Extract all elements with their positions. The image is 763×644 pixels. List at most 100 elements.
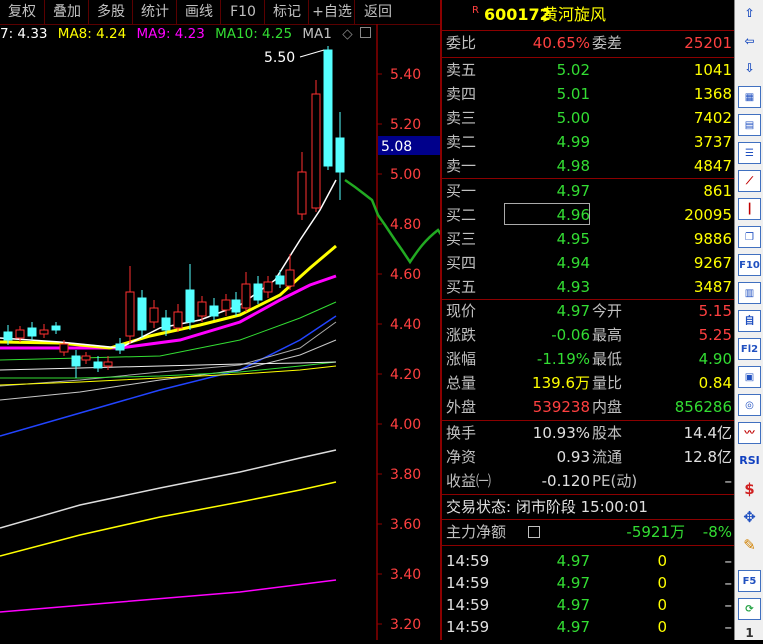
high-label: 5.50 <box>264 50 295 66</box>
ma-magenta-long <box>0 579 337 613</box>
price-tick-label: 3.20 <box>390 617 421 633</box>
price-tick-label: 4.40 <box>390 317 421 333</box>
stat-row: 涨跌 -0.06 最高 5.25 <box>442 324 735 347</box>
level-price: 5.02 <box>556 61 590 79</box>
level-label: 买四 <box>446 254 477 272</box>
ask-row[interactable]: 卖三 5.00 7402 <box>442 107 735 130</box>
stat-label: 涨幅 <box>446 350 477 368</box>
fin-row: 收益㈠ -0.120 PE(动) – <box>442 470 735 493</box>
trend-icon[interactable]: 〰 <box>738 422 761 444</box>
arrow-down-icon[interactable]: ⇩ <box>738 57 761 79</box>
candle-body <box>59 343 69 353</box>
ma-white-2 <box>0 361 337 371</box>
price-tick-label: 4.60 <box>390 267 421 283</box>
ask-row[interactable]: 卖一 4.98 4847 <box>442 155 735 178</box>
refresh-icon[interactable]: ⟳ <box>738 598 761 620</box>
candle-body <box>231 299 241 313</box>
stat-value: -0.06 <box>551 326 590 344</box>
ask-row[interactable]: 卖五 5.02 1041 <box>442 59 735 82</box>
kline-chart[interactable]: 5.40 5.20 5.00 4.80 4.60 4.40 4.20 4.00 3.80 3.60… <box>0 24 440 640</box>
rsi-icon[interactable]: RSI <box>738 450 761 472</box>
line-chart-icon[interactable]: ⟋ <box>738 170 761 192</box>
hand-drawn-trend-line <box>344 178 440 265</box>
fin-value: 10.93% <box>532 424 590 442</box>
bid-row[interactable]: 买三 4.95 9886 <box>442 228 735 251</box>
move-icon[interactable]: ✥ <box>738 506 761 528</box>
arrow-left-icon[interactable]: ⇦ <box>738 30 761 52</box>
ma-green-1 <box>0 361 337 379</box>
level-volume: 9886 <box>693 230 732 248</box>
trade-status-row: 交易状态: 闭市阶段 15:00:01 <box>442 496 735 519</box>
toolbar-draw-button[interactable]: 画线 <box>176 0 221 24</box>
fin-row: 换手 10.93% 股本 14.4亿 <box>442 422 735 445</box>
f10-icon[interactable]: F10 <box>738 254 761 276</box>
stat-row: 外盘 539238 内盘 856286 <box>442 396 735 419</box>
candle-body <box>125 291 135 337</box>
candle-body <box>161 317 171 331</box>
current-price-label: 5.08 <box>381 139 412 155</box>
candle-icon[interactable]: ┃ <box>738 198 761 220</box>
candle-body <box>275 275 285 285</box>
tick-flag: – <box>724 574 733 592</box>
window-icon[interactable]: ❐ <box>738 226 761 248</box>
toolbar-add-watchlist-button[interactable]: +自选 <box>308 0 355 24</box>
candle-body <box>115 343 125 351</box>
fin-label: 净资 <box>446 448 477 466</box>
fin-label-2: 流通 <box>592 448 623 466</box>
ma-white-long <box>0 449 337 529</box>
stat-value-2: 5.25 <box>698 326 732 344</box>
table-icon[interactable]: ▤ <box>738 114 761 136</box>
stat-row: 总量 139.6万 量比 0.84 <box>442 372 735 395</box>
tick-price: 4.97 <box>556 618 590 636</box>
candle-body <box>297 171 307 215</box>
ask-row[interactable]: 卖二 4.99 3737 <box>442 131 735 154</box>
candle-body <box>137 297 147 331</box>
page-number: 1 <box>745 626 754 640</box>
candle-body <box>185 289 195 323</box>
f5-icon[interactable]: F5 <box>738 570 761 592</box>
candle-body <box>253 283 263 301</box>
fin-label-2: 股本 <box>592 424 623 442</box>
f12-icon[interactable]: Fl2 <box>738 338 761 360</box>
list-icon[interactable]: ☰ <box>738 142 761 164</box>
target-icon[interactable]: ◎ <box>738 394 761 416</box>
level-volume: 3737 <box>693 133 732 151</box>
level-price: 4.93 <box>556 278 590 296</box>
bid-row[interactable]: 买一 4.97 861 <box>442 180 735 203</box>
pencil-icon[interactable]: ✎ <box>738 534 761 556</box>
weicha-value: 25201 <box>684 34 732 52</box>
toolbar-mark-button[interactable]: 标记 <box>264 0 309 24</box>
level-volume: 9267 <box>693 254 732 272</box>
level-price: 4.94 <box>556 254 590 272</box>
price-tick-label: 5.20 <box>390 117 421 133</box>
ask-row[interactable]: 卖四 5.01 1368 <box>442 83 735 106</box>
arrow-up-icon[interactable]: ⇧ <box>738 2 761 24</box>
level-label: 买五 <box>446 278 477 296</box>
stat-label: 总量 <box>446 374 477 392</box>
toolbar-f10-button[interactable]: F10 <box>220 0 265 24</box>
bid-row[interactable]: 买四 4.94 9267 <box>442 252 735 275</box>
level-label: 卖四 <box>446 85 477 103</box>
zixuan-icon[interactable]: 自 <box>738 310 761 332</box>
fin-value: 0.93 <box>556 448 590 466</box>
candle-body <box>323 49 333 167</box>
toolbar-stats-button[interactable]: 统计 <box>132 0 177 24</box>
grid-icon[interactable]: ▥ <box>738 282 761 304</box>
calendar-icon[interactable]: ▦ <box>738 86 761 108</box>
toolbar-fuquan-button[interactable]: 复权 <box>0 0 44 24</box>
candle-body <box>221 299 231 311</box>
trade-status: 交易状态: 闭市阶段 15:00:01 <box>446 498 648 516</box>
chart-icon[interactable]: ▣ <box>738 366 761 388</box>
toolbar-back-button[interactable]: 返回 <box>354 0 401 24</box>
toolbar-overlay-button[interactable]: 叠加 <box>44 0 89 24</box>
bid-row[interactable]: 买五 4.93 3487 <box>442 276 735 299</box>
weibi-row: 委比 40.65% 委差 25201 <box>442 32 735 55</box>
candle-body <box>149 307 159 323</box>
dollar-icon[interactable]: $ <box>738 478 761 500</box>
toolbar-multi-stock-button[interactable]: 多股 <box>88 0 133 24</box>
main-flow-list-icon[interactable] <box>528 526 540 538</box>
stat-label-2: 量比 <box>592 374 623 392</box>
level-price: 5.01 <box>556 85 590 103</box>
tick-row: 14:59 4.97 0 – <box>442 572 735 594</box>
fin-value: -0.120 <box>541 472 590 490</box>
